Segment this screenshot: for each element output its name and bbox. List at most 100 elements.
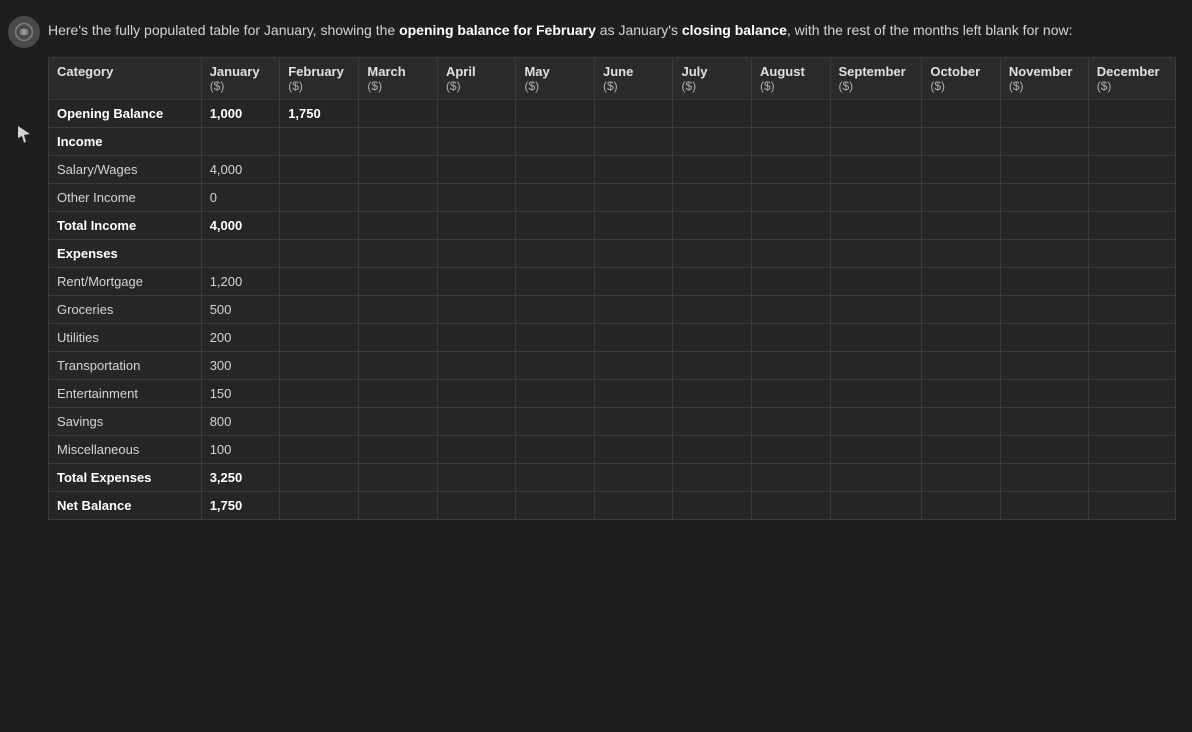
cell-dec	[1088, 408, 1175, 436]
cell-jul	[673, 492, 752, 520]
cell-sep	[830, 156, 922, 184]
cell-nov	[1000, 100, 1088, 128]
cell-oct	[922, 212, 1001, 240]
cell-sep	[830, 324, 922, 352]
cell-jun	[594, 436, 673, 464]
col-header-oct: October($)	[922, 58, 1001, 100]
app-icon	[8, 16, 40, 48]
cell-oct	[922, 296, 1001, 324]
col-header-jul: July($)	[673, 58, 752, 100]
cell-jun	[594, 240, 673, 268]
cell-may	[516, 324, 595, 352]
cell-apr	[437, 184, 516, 212]
cell-mar	[359, 184, 438, 212]
cell-dec	[1088, 240, 1175, 268]
table-row: Net Balance1,750	[49, 492, 1176, 520]
cell-jan: 150	[201, 380, 280, 408]
table-row: Other Income0	[49, 184, 1176, 212]
table-row: Total Income4,000	[49, 212, 1176, 240]
col-header-feb: February($)	[280, 58, 359, 100]
cell-oct	[922, 100, 1001, 128]
cell-apr	[437, 380, 516, 408]
cell-jun	[594, 324, 673, 352]
cell-nov	[1000, 156, 1088, 184]
cell-jan: 200	[201, 324, 280, 352]
cell-jul	[673, 184, 752, 212]
cell-sep	[830, 184, 922, 212]
cell-aug	[752, 408, 831, 436]
cell-mar	[359, 240, 438, 268]
cell-oct	[922, 156, 1001, 184]
cell-feb	[280, 352, 359, 380]
table-row: Miscellaneous100	[49, 436, 1176, 464]
cell-apr	[437, 212, 516, 240]
cell-jul	[673, 296, 752, 324]
cell-apr	[437, 352, 516, 380]
cell-category: Income	[49, 128, 202, 156]
cell-nov	[1000, 352, 1088, 380]
cell-may	[516, 156, 595, 184]
cell-nov	[1000, 296, 1088, 324]
cell-category: Net Balance	[49, 492, 202, 520]
cell-jun	[594, 408, 673, 436]
cell-dec	[1088, 156, 1175, 184]
cell-jul	[673, 352, 752, 380]
cell-category: Miscellaneous	[49, 436, 202, 464]
cell-nov	[1000, 408, 1088, 436]
cell-category: Total Income	[49, 212, 202, 240]
cell-oct	[922, 436, 1001, 464]
cell-aug	[752, 352, 831, 380]
cell-sep	[830, 212, 922, 240]
cell-jan: 1,000	[201, 100, 280, 128]
cell-apr	[437, 240, 516, 268]
cell-jan: 100	[201, 436, 280, 464]
col-header-apr: April($)	[437, 58, 516, 100]
cell-aug	[752, 436, 831, 464]
cell-jun	[594, 100, 673, 128]
cell-category: Rent/Mortgage	[49, 268, 202, 296]
cell-jun	[594, 184, 673, 212]
cell-category: Other Income	[49, 184, 202, 212]
cell-oct	[922, 492, 1001, 520]
cell-mar	[359, 436, 438, 464]
cell-jul	[673, 240, 752, 268]
cell-nov	[1000, 464, 1088, 492]
cell-may	[516, 128, 595, 156]
cell-apr	[437, 492, 516, 520]
cell-jun	[594, 212, 673, 240]
cell-dec	[1088, 100, 1175, 128]
cell-oct	[922, 184, 1001, 212]
cell-dec	[1088, 464, 1175, 492]
cell-sep	[830, 492, 922, 520]
cell-feb	[280, 324, 359, 352]
cell-oct	[922, 268, 1001, 296]
cell-may	[516, 380, 595, 408]
cell-aug	[752, 492, 831, 520]
table-row: Total Expenses3,250	[49, 464, 1176, 492]
col-header-mar: March($)	[359, 58, 438, 100]
cell-sep	[830, 352, 922, 380]
cell-oct	[922, 352, 1001, 380]
cell-may	[516, 408, 595, 436]
cell-sep	[830, 128, 922, 156]
cell-sep	[830, 268, 922, 296]
cell-nov	[1000, 184, 1088, 212]
cell-jul	[673, 156, 752, 184]
cell-category: Expenses	[49, 240, 202, 268]
cell-sep	[830, 436, 922, 464]
cell-jun	[594, 464, 673, 492]
cell-aug	[752, 268, 831, 296]
budget-table: CategoryJanuary($)February($)March($)Apr…	[48, 57, 1176, 520]
col-header-sep: September($)	[830, 58, 922, 100]
cell-oct	[922, 464, 1001, 492]
cell-jun	[594, 492, 673, 520]
cell-feb	[280, 184, 359, 212]
cell-category: Transportation	[49, 352, 202, 380]
cell-aug	[752, 128, 831, 156]
table-row: Income	[49, 128, 1176, 156]
col-header-may: May($)	[516, 58, 595, 100]
cell-nov	[1000, 212, 1088, 240]
cell-jan: 3,250	[201, 464, 280, 492]
cell-dec	[1088, 296, 1175, 324]
intro-paragraph: Here's the fully populated table for Jan…	[48, 20, 1176, 41]
